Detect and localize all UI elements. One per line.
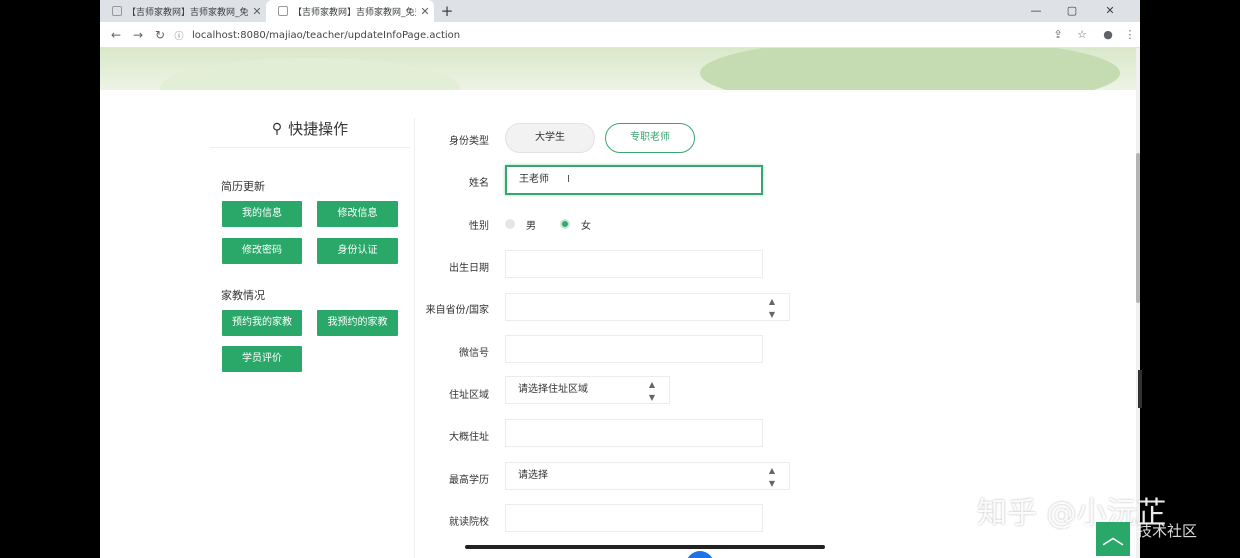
close-window-button[interactable]: ✕ [1094,0,1126,22]
tab-2[interactable]: 【吉师家教网】吉师家教网_免费 ✕ [266,0,434,22]
gender-label: 性别 [469,221,489,232]
name-value: 王老师 [519,174,549,185]
screen: 【吉师家教网】吉师家教网_免费 ✕ 【吉师家教网】吉师家教网_免费 ✕ + — … [0,0,1240,558]
tab-favicon-icon [112,6,122,16]
back-arrow-icon[interactable]: ← [106,25,126,45]
reload-icon[interactable]: ↻ [150,25,170,45]
bookings-of-me-button[interactable]: 预约我的家教 [222,310,302,336]
tab-label: 【吉师家教网】吉师家教网_免费 [293,7,416,18]
floating-circle-icon [686,551,714,558]
change-password-button[interactable]: 修改密码 [222,238,302,264]
gender-male-label: 男 [526,221,536,232]
url-text: localhost:8080/majiao/teacher/updateInfo… [192,29,461,41]
page-content: ⚲ 快捷操作 简历更新 我的信息 修改信息 修改密码 身份认证 家教情况 预约我… [100,48,1136,558]
quick-actions-sidebar: ⚲ 快捷操作 [210,118,410,148]
forward-arrow-icon[interactable]: → [128,25,148,45]
name-input[interactable]: 王老师 I [505,165,763,195]
menu-kebab-icon[interactable]: ⋮ [1120,25,1140,45]
birthdate-input[interactable] [505,250,763,278]
browser-window: 【吉师家教网】吉师家教网_免费 ✕ 【吉师家教网】吉师家教网_免费 ✕ + — … [100,0,1140,558]
identity-student-option[interactable]: 大学生 [505,123,595,153]
identity-verify-button[interactable]: 身份认证 [317,238,398,264]
school-label: 就读院校 [449,517,489,528]
bookmark-star-icon[interactable]: ☆ [1072,25,1092,45]
origin-label: 来自省份/国家 [425,305,489,316]
origin-select[interactable]: ▲ ▼ [505,293,790,321]
name-label: 姓名 [469,178,489,189]
tab-favicon-icon [278,6,288,16]
select-arrows-icon: ▲ ▼ [768,466,775,488]
banner-hill [160,58,460,90]
school-input[interactable] [505,504,763,532]
identity-label: 身份类型 [449,136,489,147]
my-bookings-button[interactable]: 我预约的家教 [317,310,398,336]
section-resume-title: 简历更新 [221,180,265,193]
scrollbar-thumb[interactable] [1136,153,1140,303]
new-tab-button[interactable]: + [438,2,456,20]
address-toolbar: ← → ↻ ⓘ localhost:8080/majiao/teacher/up… [100,22,1140,48]
minimize-button[interactable]: — [1020,0,1052,22]
select-arrows-icon: ▲ ▼ [648,380,655,402]
gender-female-label: 女 [581,221,591,232]
quick-actions-title: ⚲ 快捷操作 [210,118,410,148]
tab-strip: 【吉师家教网】吉师家教网_免费 ✕ 【吉师家教网】吉师家教网_免费 ✕ + — … [100,0,1140,22]
address-label: 大概住址 [449,432,489,443]
edge-marker [1138,370,1142,408]
tab-close-icon[interactable]: ✕ [248,5,266,18]
page-scrollbar[interactable] [1136,48,1140,558]
education-label: 最高学历 [449,475,489,486]
site-info-icon[interactable]: ⓘ [172,29,186,42]
area-select[interactable]: 请选择住址区域 ▲ ▼ [505,376,670,404]
edit-info-button[interactable]: 修改信息 [317,201,398,227]
profile-avatar-icon[interactable]: ● [1098,25,1118,45]
tab-close-icon[interactable]: ✕ [416,5,434,18]
tab-label: 【吉师家教网】吉师家教网_免费 [127,7,248,18]
education-select[interactable]: 请选择 ▲ ▼ [505,462,790,490]
address-bar[interactable]: ⓘ localhost:8080/majiao/teacher/updateIn… [172,25,1052,45]
my-info-button[interactable]: 我的信息 [222,201,302,227]
chevron-up-icon: ︿ [1101,525,1124,550]
area-label: 住址区域 [449,390,489,401]
area-value: 请选择住址区域 [518,384,588,395]
share-icon[interactable]: ⇪ [1048,25,1068,45]
back-to-top-button[interactable]: ︿ [1096,522,1130,556]
student-reviews-button[interactable]: 学员评价 [222,346,302,372]
gender-male-radio[interactable] [505,219,515,229]
text-cursor-icon: I [567,174,570,185]
birthdate-label: 出生日期 [449,263,489,274]
quick-actions-label: 快捷操作 [288,120,349,138]
address-input[interactable] [505,419,763,447]
video-progress-bar [465,545,825,549]
section-tutoring-title: 家教情况 [221,289,265,302]
tab-1[interactable]: 【吉师家教网】吉师家教网_免费 ✕ [100,0,266,22]
maximize-button[interactable]: ▢ [1056,0,1088,22]
education-value: 请选择 [518,470,548,481]
search-icon: ⚲ [271,120,283,137]
wechat-label: 微信号 [459,348,489,359]
gender-female-radio[interactable] [560,219,570,229]
banner-hill [700,48,1120,90]
header-banner [100,48,1136,90]
identity-teacher-option[interactable]: 专职老师 [605,123,695,153]
wechat-input[interactable] [505,335,763,363]
select-arrows-icon: ▲ ▼ [768,297,775,319]
